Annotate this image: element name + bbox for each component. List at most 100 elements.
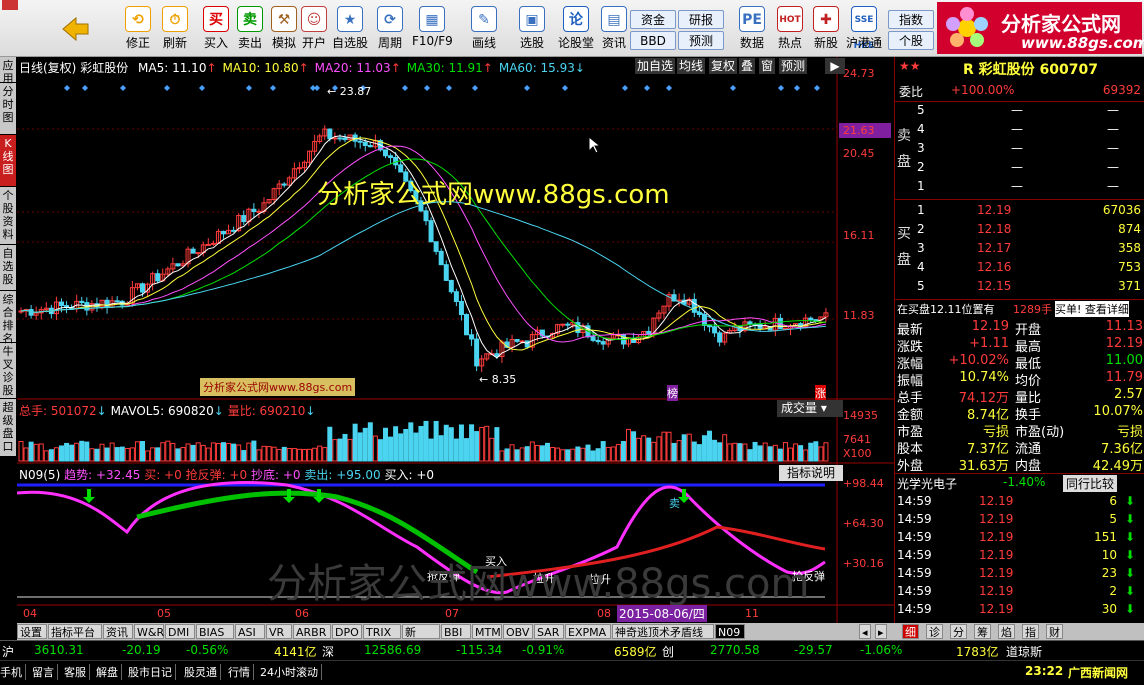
candle-body bbox=[453, 291, 459, 302]
chart-btn-5[interactable]: 预测 bbox=[779, 58, 808, 74]
sidebar-item-4[interactable]: 自选股 bbox=[0, 245, 16, 291]
volume-bar bbox=[413, 432, 419, 462]
buy-level-row: 5 12.15 371 bbox=[917, 279, 1141, 293]
tab-7[interactable]: VR bbox=[266, 624, 292, 639]
quote-tab-6[interactable]: 财 bbox=[1046, 624, 1063, 639]
tab-17[interactable]: 神奇逃顶术矛盾线 bbox=[612, 624, 714, 639]
toolbar-hot-button[interactable]: HOT 热点 bbox=[770, 6, 810, 56]
index-stock-button[interactable]: 指数 个股 bbox=[888, 10, 934, 50]
volume-bar bbox=[59, 445, 64, 462]
chart-btn-0[interactable]: 加自选 bbox=[635, 58, 676, 74]
chart-btn-2[interactable]: 复权 bbox=[709, 58, 738, 74]
tab-14[interactable]: OBV bbox=[503, 624, 533, 639]
quote-tab-4[interactable]: 焰 bbox=[998, 624, 1015, 639]
status-news[interactable]: 广西新闻网 bbox=[1068, 664, 1128, 681]
toolbar-star-button[interactable]: ★ 自选股 bbox=[330, 6, 370, 56]
ticker-dow-label: 道琼斯 bbox=[1006, 645, 1043, 659]
sell-level-row: 4— — bbox=[917, 122, 1119, 136]
star-icon: ★★ bbox=[899, 59, 921, 73]
quote-tab-1[interactable]: 诊 bbox=[926, 624, 943, 639]
toolbar-clock-button[interactable]: ⏱ 刷新 bbox=[155, 6, 195, 56]
tab-12[interactable]: BBI bbox=[441, 624, 471, 639]
buy-icon: 买 bbox=[203, 6, 229, 32]
status-item-3[interactable]: 解盘 bbox=[96, 664, 122, 680]
indicator-axis-label: +98.44 bbox=[843, 477, 884, 490]
chart-btn-3[interactable]: 叠 bbox=[739, 58, 756, 74]
status-item-2[interactable]: 客服 bbox=[64, 664, 90, 680]
status-item-4[interactable]: 股市日记 bbox=[128, 664, 176, 680]
indicator-explain-button[interactable]: 指标说明 bbox=[779, 465, 843, 481]
chart-btn-4[interactable]: 窗 bbox=[759, 58, 776, 74]
chart-btn-1[interactable]: 均线 bbox=[677, 58, 706, 74]
sidebar-item-1[interactable]: 分时图 bbox=[0, 83, 16, 135]
tab-18[interactable]: N09 bbox=[715, 624, 745, 639]
toolbar-news-button[interactable]: ▤ 资讯 bbox=[594, 6, 634, 56]
up-arrow-icon: ↓ bbox=[574, 61, 585, 75]
price-axis-label: 21.63 bbox=[843, 124, 875, 137]
tab-9[interactable]: DPO bbox=[332, 624, 362, 639]
toolbar-cycle-button[interactable]: ⟳ 周期 bbox=[370, 6, 410, 56]
tab-16[interactable]: EXPMA bbox=[565, 624, 611, 639]
tab-6[interactable]: ASI bbox=[235, 624, 265, 639]
volume-bar bbox=[418, 425, 424, 462]
tab-5[interactable]: BIAS bbox=[196, 624, 234, 639]
tab-8[interactable]: ARBR bbox=[293, 624, 331, 639]
toolbar-button-label: 修正 bbox=[125, 36, 150, 50]
toolbar-screen-button[interactable]: ▣ 选股 bbox=[512, 6, 552, 56]
volume-bar bbox=[251, 440, 257, 462]
sidebar-item-6[interactable]: 牛叉诊股 bbox=[0, 343, 16, 399]
star-icon: ★ bbox=[337, 6, 363, 32]
kline-chart-area[interactable]: 24.73 21.63 20.45 16.11 11.83 ← 23.87 ← 8.35 14… bbox=[17, 57, 894, 623]
tab-scroll-left-icon[interactable]: ◂ bbox=[859, 624, 871, 639]
indicator-buyin: 买入: +0 bbox=[384, 468, 435, 482]
sidebar-item-7[interactable]: 超级盘口 bbox=[0, 399, 16, 457]
toolbar-pe-button[interactable]: PE 数据 bbox=[732, 6, 772, 56]
kline-chart[interactable]: 24.73 21.63 20.45 16.11 11.83 ← 23.87 ← 8.35 14… bbox=[17, 57, 894, 623]
fund-bbd-button[interactable]: 资金 BBD bbox=[630, 10, 676, 50]
candle-body bbox=[362, 141, 368, 147]
status-item-0[interactable]: 手机 bbox=[0, 664, 26, 680]
volume-mavol: MAVOL5: 690820 bbox=[110, 404, 214, 418]
tab-15[interactable]: SAR bbox=[534, 624, 564, 639]
sidebar-item-5[interactable]: 综合排名 bbox=[0, 291, 16, 345]
quote-tab-0[interactable]: 细 bbox=[902, 624, 919, 639]
quote-tab-2[interactable]: 分 bbox=[950, 624, 967, 639]
toolbar-f10-button[interactable]: ▦ F10/F9 bbox=[412, 6, 453, 56]
toolbar-person-button[interactable]: ☺ 开户 bbox=[294, 6, 334, 56]
tab-0[interactable]: 设置 bbox=[17, 624, 47, 639]
status-item-7[interactable]: 24小时滚动 bbox=[260, 664, 322, 680]
status-item-6[interactable]: 行情 bbox=[228, 664, 254, 680]
indicator-axis-label: +30.16 bbox=[843, 557, 884, 570]
volume-bar bbox=[119, 446, 125, 462]
candle-body bbox=[433, 241, 439, 252]
toolbar-refresh-button[interactable]: ⟲ 修正 bbox=[118, 6, 158, 56]
chart-menu-arrow-icon[interactable]: ▶ bbox=[825, 58, 845, 74]
status-item-1[interactable]: 留言 bbox=[32, 664, 58, 680]
quote-tab-3[interactable]: 筹 bbox=[974, 624, 991, 639]
toolbar-pencil-button[interactable]: ✎ 画线 bbox=[464, 6, 504, 56]
tab-10[interactable]: TRIX bbox=[363, 624, 401, 639]
toolbar-ipo-button[interactable]: ✚ 新股 bbox=[806, 6, 846, 56]
volume-bar bbox=[28, 441, 34, 462]
tab-13[interactable]: MTM bbox=[472, 624, 502, 639]
tab-1[interactable]: 指标平台 bbox=[48, 624, 102, 639]
status-item-5[interactable]: 股灵通 bbox=[184, 664, 221, 680]
volume-bar bbox=[494, 427, 500, 462]
tab-2[interactable]: 资讯 bbox=[103, 624, 133, 639]
back-arrow-icon[interactable] bbox=[60, 14, 90, 44]
volume-bar bbox=[595, 448, 601, 462]
quote-tab-5[interactable]: 指 bbox=[1022, 624, 1039, 639]
sidebar-item-2[interactable]: K线图 bbox=[0, 135, 16, 187]
tab-3[interactable]: W&R bbox=[134, 624, 164, 639]
tab-11[interactable]: 新DMA bbox=[402, 624, 440, 654]
volume-bar bbox=[443, 424, 449, 462]
tab-scroll-right-icon[interactable]: ▸ bbox=[875, 624, 887, 639]
sidebar-item-3[interactable]: 个股资料 bbox=[0, 187, 16, 245]
volume-select[interactable]: 成交量 ▾ bbox=[777, 400, 843, 417]
report-forecast-button[interactable]: 研报 预测 bbox=[678, 10, 724, 50]
toolbar-forum-button[interactable]: 论论股堂 bbox=[556, 6, 596, 56]
toolbar-hk-connect-button[interactable]: SSE HKE 沪港通 bbox=[844, 6, 884, 56]
candle-body bbox=[438, 250, 444, 266]
sidebar-item-0[interactable]: 应用 bbox=[0, 57, 16, 85]
tab-4[interactable]: DMI bbox=[165, 624, 195, 639]
